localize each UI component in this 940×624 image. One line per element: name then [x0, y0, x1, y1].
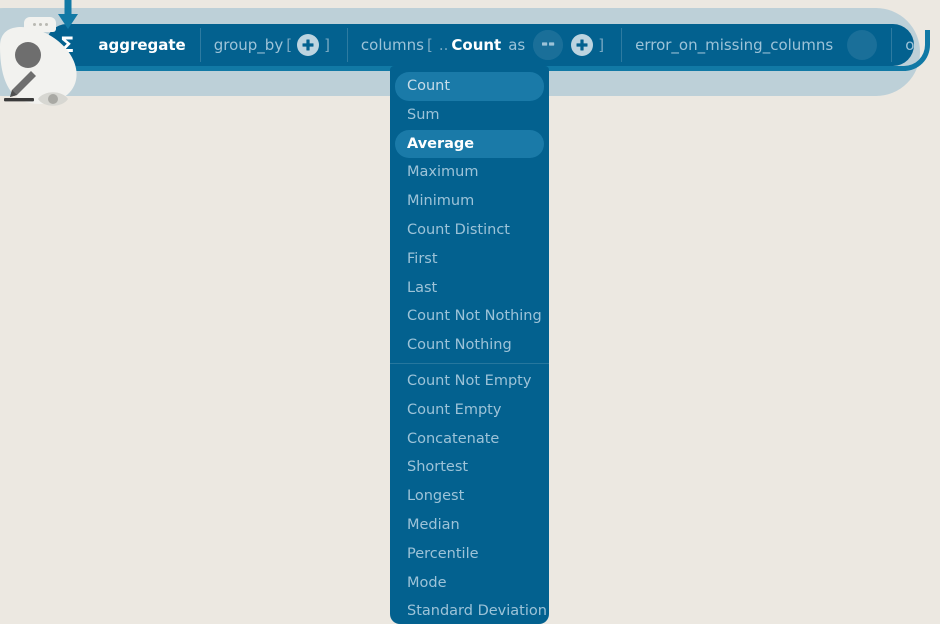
- on-problems-label: on_problems: [905, 36, 914, 54]
- columns-as-label: as: [508, 36, 526, 54]
- group-by-open-bracket: [: [286, 36, 293, 54]
- eye-icon[interactable]: [36, 88, 70, 114]
- columns-label: columns: [360, 36, 424, 54]
- quote-icon[interactable]: [533, 30, 564, 60]
- drag-handle-icon[interactable]: [24, 17, 56, 32]
- dropdown-item-count-distinct[interactable]: Count Distinct: [395, 216, 544, 245]
- dropdown-item-count[interactable]: Count: [395, 72, 544, 101]
- add-icon[interactable]: [297, 34, 320, 56]
- columns-close-bracket: ]: [598, 36, 605, 54]
- dropdown-item-count-nothing[interactable]: Count Nothing: [395, 331, 544, 360]
- dropdown-item-longest[interactable]: Longest: [395, 482, 544, 511]
- dropdown-item-count-empty[interactable]: Count Empty: [395, 396, 544, 425]
- dropdown-item-mode[interactable]: Mode: [395, 569, 544, 598]
- columns-ellipsis: ..: [438, 36, 449, 54]
- node-side-widget[interactable]: •••: [0, 16, 92, 110]
- error-on-missing-columns-value-widget[interactable]: [847, 30, 878, 60]
- aggregation-dropdown-menu[interactable]: Count Sum Average Maximum Minimum Count Disti…: [390, 66, 549, 624]
- dropdown-item-median[interactable]: Median: [395, 511, 544, 540]
- dropdown-item-average[interactable]: Average: [395, 129, 544, 159]
- dropdown-item-first[interactable]: First: [395, 245, 544, 274]
- node-title-label: aggregate: [98, 36, 186, 54]
- error-on-missing-columns-label: error_on_missing_columns: [635, 36, 834, 54]
- dropdown-item-count-not-empty[interactable]: Count Not Empty: [395, 367, 544, 396]
- dropdown-item-concatenate[interactable]: Concatenate: [395, 425, 544, 454]
- columns-aggregation-value[interactable]: Count: [451, 36, 501, 54]
- dropdown-item-last[interactable]: Last: [395, 274, 544, 303]
- dropdown-item-percentile[interactable]: Percentile: [395, 540, 544, 569]
- dropdown-item-maximum[interactable]: Maximum: [395, 158, 544, 187]
- group-by-close-bracket: ]: [324, 36, 330, 54]
- dropdown-item-count-not-nothing[interactable]: Count Not Nothing: [395, 302, 544, 331]
- add-icon[interactable]: [571, 34, 594, 56]
- dropdown-divider: [390, 362, 549, 364]
- segment-columns[interactable]: columns [ .. Count as ]: [346, 24, 621, 66]
- segment-group-by[interactable]: group_by [ ]: [199, 24, 347, 66]
- dropdown-item-shortest[interactable]: Shortest: [395, 453, 544, 482]
- segment-on-problems[interactable]: on_problems: [891, 24, 914, 66]
- dropdown-item-standard-deviation[interactable]: Standard Deviation: [395, 597, 547, 624]
- columns-open-bracket: [: [426, 36, 433, 54]
- segment-error-on-missing-columns[interactable]: error_on_missing_columns: [621, 24, 891, 66]
- dropdown-item-minimum[interactable]: Minimum: [395, 187, 544, 216]
- node-handle-icon[interactable]: [15, 42, 41, 68]
- dropdown-item-sum[interactable]: Sum: [395, 101, 544, 130]
- group-by-label: group_by: [213, 36, 284, 54]
- aggregate-node-bar[interactable]: Σ aggregate group_by [ ] columns [ .. Co…: [46, 24, 914, 66]
